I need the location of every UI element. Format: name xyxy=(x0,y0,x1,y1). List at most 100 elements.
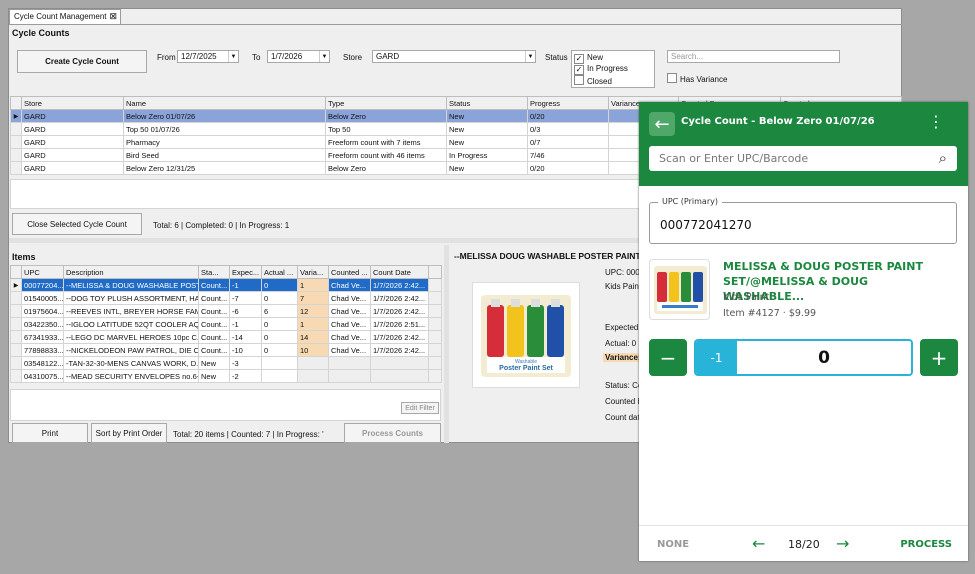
cell[interactable]: --MEAD SECURITY ENVELOPES no.6-3... xyxy=(63,369,199,383)
cell[interactable]: 6 xyxy=(261,304,298,318)
cell[interactable]: Count... xyxy=(198,291,230,305)
cell[interactable]: Count... xyxy=(198,317,230,331)
barcode-search-input[interactable]: Scan or Enter UPC/Barcode ⌕ xyxy=(649,146,957,171)
cell[interactable]: 1/7/2026 2:42... xyxy=(370,278,429,292)
cell[interactable]: 03548122... xyxy=(21,356,64,370)
cell[interactable]: Count... xyxy=(198,330,230,344)
arrow-right-icon[interactable]: → xyxy=(836,534,849,553)
upc-field[interactable]: UPC (Primary) 000772041270 xyxy=(649,197,957,244)
cell[interactable] xyxy=(261,369,298,383)
checkbox-icon[interactable]: ✓ xyxy=(574,65,584,75)
cell[interactable]: 04310075... xyxy=(21,369,64,383)
cell[interactable]: 0 xyxy=(261,291,298,305)
cell[interactable] xyxy=(297,356,329,370)
cell[interactable]: Below Zero xyxy=(325,109,447,123)
cell[interactable]: Chad Ve... xyxy=(328,330,371,344)
cell[interactable]: -TAN-32-30-MENS CANVAS WORK, D... xyxy=(63,356,199,370)
column-header[interactable]: UPC xyxy=(21,265,64,279)
quantity-value[interactable]: 0 xyxy=(737,341,911,374)
checkbox-icon[interactable] xyxy=(667,73,677,83)
column-header[interactable]: Progress xyxy=(527,96,609,110)
cell[interactable]: GARD xyxy=(21,122,124,136)
cell[interactable]: New xyxy=(446,109,528,123)
column-header[interactable]: Description xyxy=(63,265,199,279)
cell[interactable]: Chad Ve... xyxy=(328,278,371,292)
cell[interactable]: 03422350... xyxy=(21,317,64,331)
search-icon[interactable]: ⌕ xyxy=(939,149,947,167)
cell[interactable]: --DOG TOY PLUSH ASSORTMENT, HA... xyxy=(63,291,199,305)
column-header[interactable]: Store xyxy=(21,96,124,110)
cell[interactable]: -7 xyxy=(229,291,262,305)
table-row[interactable]: 03422350... --IGLOO LATITUDE 52QT COOLER… xyxy=(10,317,442,331)
checkbox-icon[interactable]: ✓ xyxy=(574,54,584,64)
cell[interactable]: GARD xyxy=(21,109,124,123)
to-date-field[interactable]: 1/7/2026 ▼ xyxy=(267,50,330,63)
column-header[interactable]: Name xyxy=(123,96,326,110)
cell[interactable] xyxy=(297,369,329,383)
cell[interactable]: New xyxy=(446,135,528,149)
cell[interactable]: 7 xyxy=(297,291,329,305)
cell[interactable]: Below Zero xyxy=(325,161,447,175)
cell[interactable]: 1/7/2026 2:51... xyxy=(370,317,429,331)
table-row[interactable]: 04310075... --MEAD SECURITY ENVELOPES no… xyxy=(10,369,442,383)
cell[interactable]: Top 50 xyxy=(325,122,447,136)
cell[interactable]: Count... xyxy=(198,304,230,318)
status-option-in-progress[interactable]: ✓ In Progress xyxy=(574,64,652,75)
table-row[interactable]: 77898833... --NICKELODEON PAW PATROL, DI… xyxy=(10,343,442,357)
cell[interactable]: 0 xyxy=(261,317,298,331)
cell[interactable]: 1/7/2026 2:42... xyxy=(370,330,429,344)
cycle-search-input[interactable]: Search... xyxy=(667,50,840,63)
checkbox-icon[interactable] xyxy=(574,75,584,85)
cell[interactable]: 14 xyxy=(297,330,329,344)
column-header[interactable]: Expec... xyxy=(229,265,262,279)
cell[interactable]: Chad Ve... xyxy=(328,291,371,305)
arrow-left-icon[interactable]: ← xyxy=(752,534,765,553)
cell[interactable]: New xyxy=(198,356,230,370)
cell[interactable]: 1/7/2026 2:42... xyxy=(370,291,429,305)
close-selected-cycle-count-button[interactable]: Close Selected Cycle Count xyxy=(12,213,142,235)
cell[interactable]: 7/46 xyxy=(527,148,609,162)
cell[interactable] xyxy=(370,356,429,370)
cell[interactable]: Below Zero 01/07/26 xyxy=(123,109,326,123)
process-counts-button[interactable]: Process Counts xyxy=(344,423,441,443)
cell[interactable]: 0 xyxy=(261,278,298,292)
chevron-down-icon[interactable]: ▼ xyxy=(525,51,535,62)
column-header[interactable]: Counted ... xyxy=(328,265,371,279)
cell[interactable]: --NICKELODEON PAW PATROL, DIE C... xyxy=(63,343,199,357)
cell[interactable] xyxy=(261,356,298,370)
cell[interactable]: -14 xyxy=(229,330,262,344)
cell[interactable]: 0 xyxy=(261,343,298,357)
cell[interactable]: New xyxy=(446,161,528,175)
cell[interactable]: 1 xyxy=(297,317,329,331)
status-option-new[interactable]: ✓ New xyxy=(574,53,652,64)
status-option-closed[interactable]: Closed xyxy=(574,75,652,86)
quantity-stepper[interactable]: -1 0 xyxy=(694,339,913,376)
cell[interactable]: -2 xyxy=(229,369,262,383)
column-header[interactable]: Count Date xyxy=(370,265,429,279)
cell[interactable]: 1/7/2026 2:42... xyxy=(370,343,429,357)
scrollbar-track[interactable] xyxy=(428,278,442,292)
cell[interactable]: New xyxy=(446,122,528,136)
tab-close-icon[interactable]: ⊠ xyxy=(109,11,117,22)
column-header[interactable]: Status xyxy=(446,96,528,110)
cell[interactable]: 0/7 xyxy=(527,135,609,149)
vertical-splitter[interactable] xyxy=(444,245,449,443)
cell[interactable]: -3 xyxy=(229,356,262,370)
cell[interactable]: Chad Ve... xyxy=(328,304,371,318)
cell[interactable]: 77898833... xyxy=(21,343,64,357)
cell[interactable]: 00077204... xyxy=(21,278,64,292)
edit-filter-button[interactable]: Edit Filter xyxy=(401,402,439,414)
cell[interactable]: Chad Ve... xyxy=(328,317,371,331)
cell[interactable]: 0/3 xyxy=(527,122,609,136)
column-header[interactable]: Type xyxy=(325,96,447,110)
cell[interactable] xyxy=(328,356,371,370)
table-row[interactable]: 01975604... --REEVES INTL, BREYER HORSE … xyxy=(10,304,442,318)
sort-by-print-order-button[interactable]: Sort by Print Order xyxy=(91,423,167,443)
increment-button[interactable]: + xyxy=(920,339,958,376)
cell[interactable]: In Progress xyxy=(446,148,528,162)
cell[interactable]: GARD xyxy=(21,161,124,175)
process-button[interactable]: PROCESS xyxy=(900,539,952,550)
cell[interactable]: -1 xyxy=(229,278,262,292)
cell[interactable]: Freeform count with 46 items xyxy=(325,148,447,162)
cell[interactable]: --LEGO DC MARVEL HEROES 10pc C... xyxy=(63,330,199,344)
